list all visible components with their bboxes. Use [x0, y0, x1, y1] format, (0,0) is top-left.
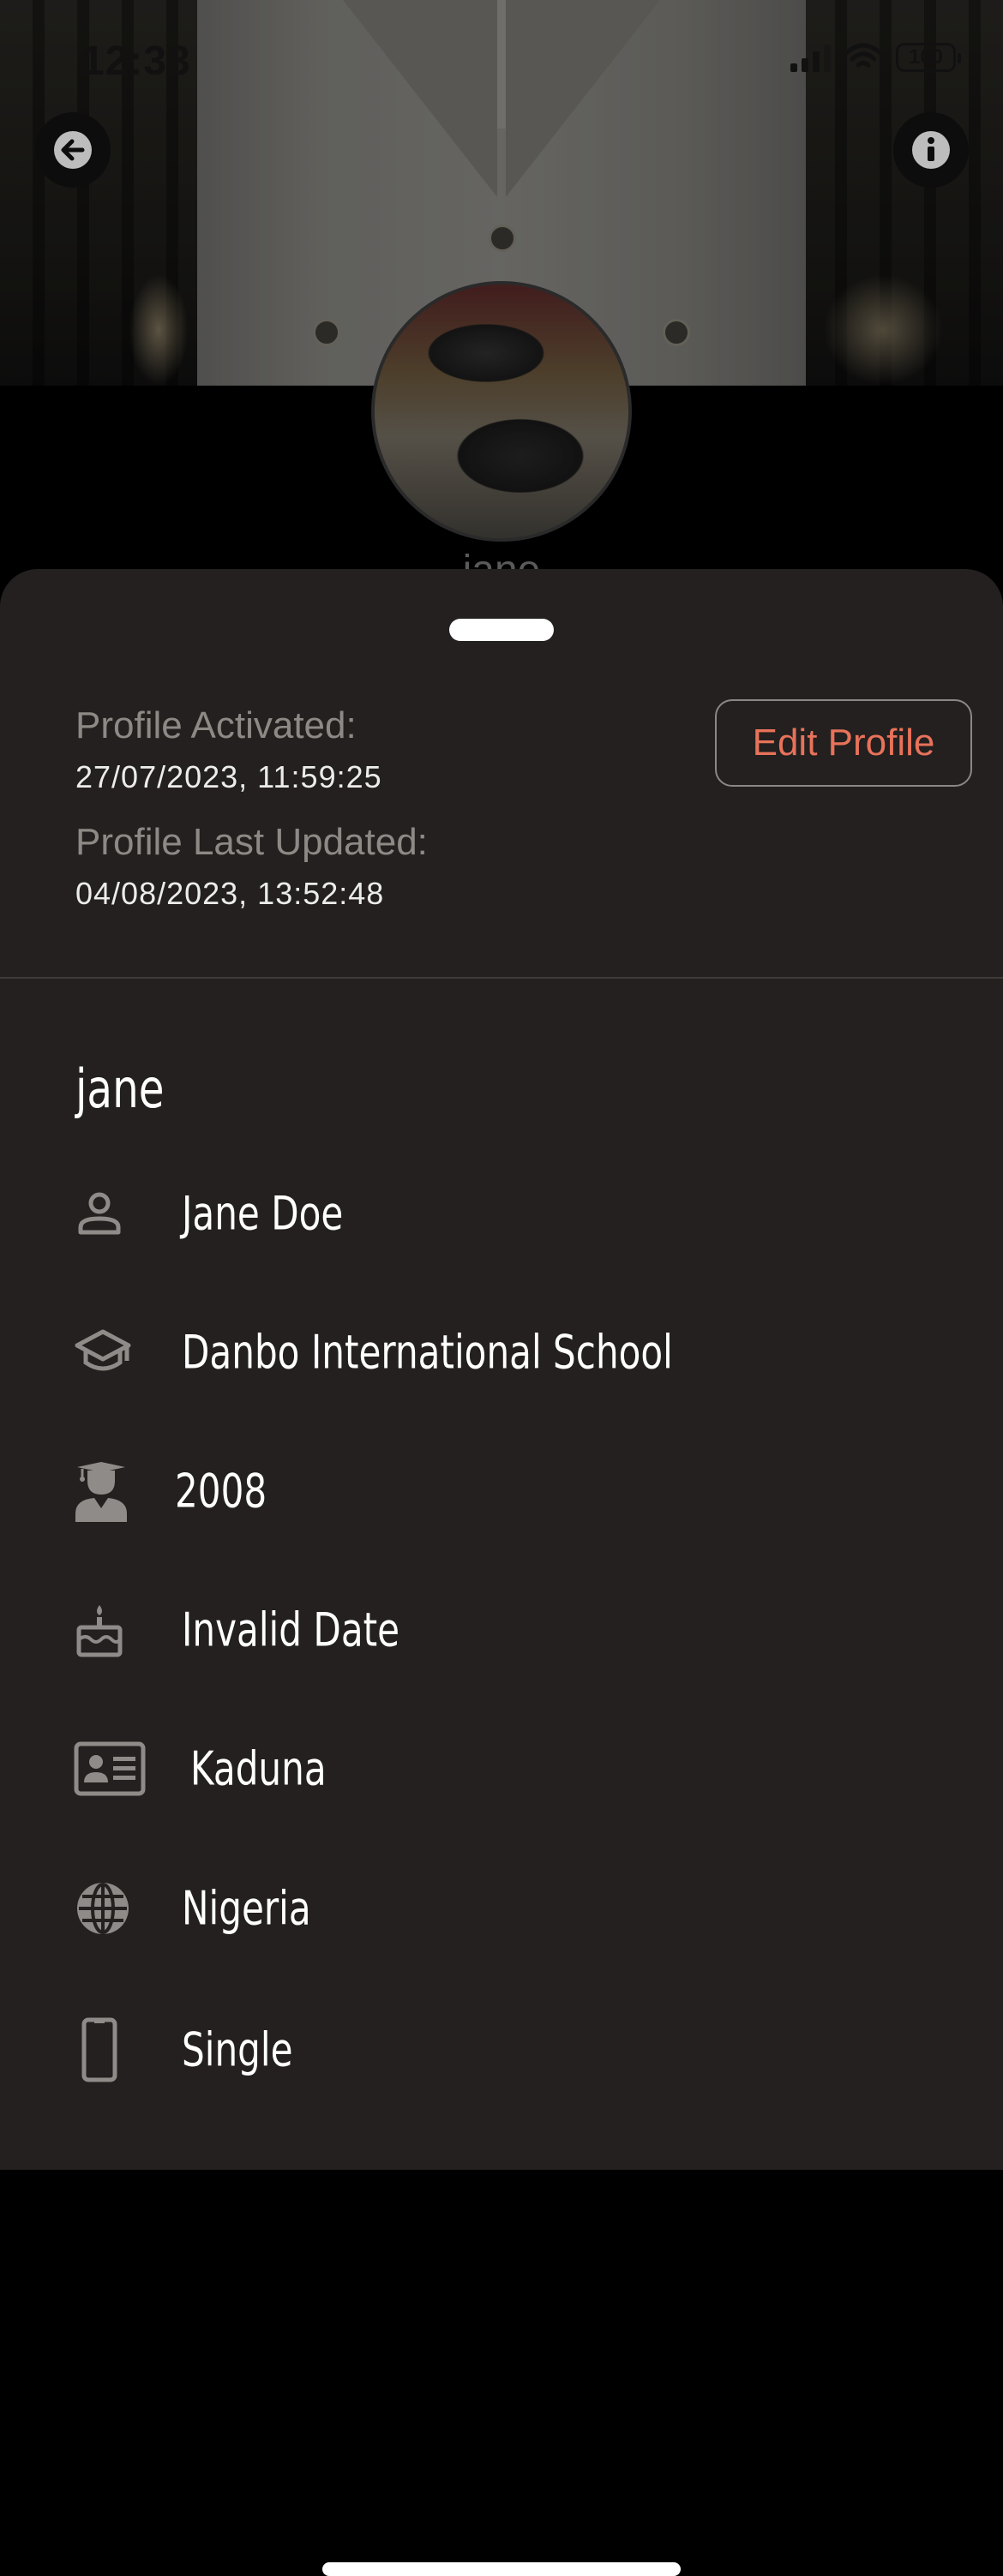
- info-row-school: Danbo International School: [0, 1301, 1003, 1404]
- info-row-text: Kaduna: [190, 1741, 327, 1796]
- battery-icon: 100: [896, 43, 961, 72]
- info-row-text: Single: [182, 2022, 293, 2077]
- cellular-signal-icon: [790, 43, 831, 72]
- person-icon: [78, 1192, 121, 1235]
- info-row-text: 2008: [175, 1464, 267, 1519]
- info-button[interactable]: [893, 112, 969, 188]
- school-icon: [75, 1329, 131, 1371]
- arrow-left-icon: [54, 131, 92, 169]
- info-row-status: Single: [0, 1998, 1003, 2101]
- home-indicator[interactable]: [322, 2562, 681, 2576]
- info-row-text: Nigeria: [182, 1881, 311, 1936]
- profile-activated-label: Profile Activated:: [75, 704, 357, 746]
- back-button[interactable]: [35, 112, 111, 188]
- cake-icon: [76, 1605, 123, 1657]
- info-icon: [912, 131, 950, 169]
- profile-updated-label: Profile Last Updated:: [75, 821, 428, 863]
- info-row-country: Nigeria: [0, 1857, 1003, 1960]
- id-card-icon: [74, 1741, 146, 1796]
- profile-sheet: Profile Activated: 27/07/2023, 11:59:25 …: [0, 569, 1003, 2576]
- graduate-icon: [75, 1462, 127, 1522]
- status-bar: 12:33 100: [0, 0, 1003, 129]
- profile-updated-value: 04/08/2023, 13:52:48: [75, 876, 385, 911]
- sheet-grabber[interactable]: [449, 619, 554, 641]
- info-row-state: Kaduna: [0, 1717, 1003, 1820]
- info-row-name: Jane Doe: [0, 1162, 1003, 1265]
- username-heading: jane: [75, 1057, 165, 1120]
- globe-icon: [77, 1883, 129, 1934]
- edit-profile-button[interactable]: Edit Profile: [715, 699, 972, 787]
- phone-icon: [81, 2017, 117, 2082]
- divider: [0, 977, 1003, 979]
- info-row-text: Jane Doe: [182, 1186, 344, 1241]
- info-row-graduation: 2008: [0, 1440, 1003, 1543]
- wifi-icon: [844, 43, 882, 68]
- info-row-text: Danbo International School: [182, 1325, 673, 1380]
- avatar[interactable]: [371, 281, 632, 542]
- profile-activated-value: 27/07/2023, 11:59:25: [75, 759, 382, 794]
- battery-level: 100: [908, 45, 944, 69]
- info-row-birthday: Invalid Date: [0, 1579, 1003, 1681]
- status-time: 12:33: [81, 39, 191, 84]
- info-row-text: Invalid Date: [182, 1603, 400, 1657]
